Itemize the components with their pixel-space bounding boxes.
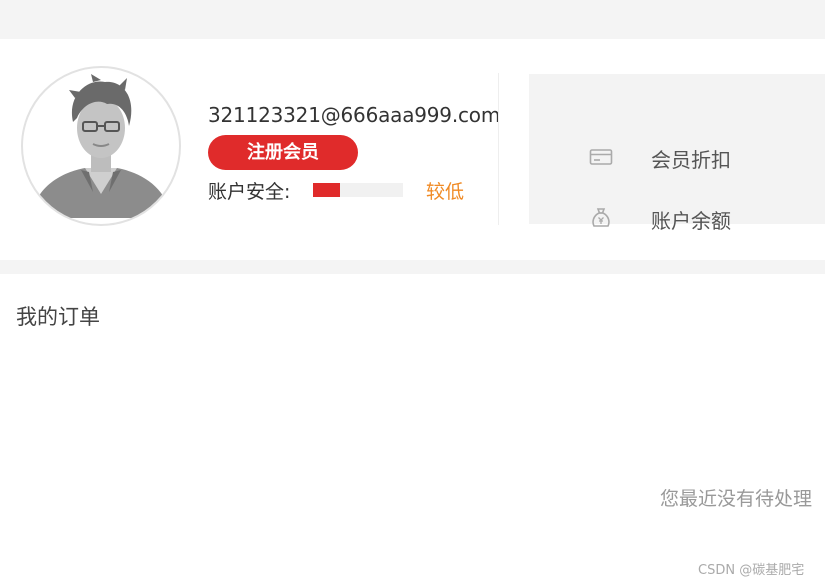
section-gap xyxy=(0,260,825,274)
my-orders-title: 我的订单 xyxy=(16,305,100,329)
security-level-text[interactable]: 较低 xyxy=(426,177,464,204)
card-icon xyxy=(589,149,613,165)
member-discount-item[interactable]: 会员折扣 xyxy=(529,137,825,177)
user-avatar[interactable] xyxy=(21,66,181,226)
csdn-watermark: CSDN @碳基肥宅 xyxy=(698,563,805,578)
member-level-badge[interactable]: 注册会员 xyxy=(208,135,358,170)
profile-panel: 321123321@666aaa999.com 注册会员 账户安全: 较低 会员… xyxy=(0,39,825,260)
account-security-label: 账户安全: xyxy=(208,181,291,203)
orders-panel: 我的订单 您最近没有待处理 CSDN @碳基肥宅 xyxy=(0,274,825,585)
top-strip xyxy=(0,0,825,39)
avatar-icon xyxy=(31,74,171,218)
member-discount-label: 会员折扣 xyxy=(651,148,731,172)
account-balance-item[interactable]: 账户余额 xyxy=(529,198,825,238)
account-balance-label: 账户余额 xyxy=(651,209,731,233)
user-email: 321123321@666aaa999.com xyxy=(208,103,501,127)
no-pending-orders-message: 您最近没有待处理 xyxy=(660,488,813,510)
security-strength-bar xyxy=(313,183,403,197)
money-bag-icon xyxy=(592,208,610,227)
security-strength-fill xyxy=(313,183,340,197)
vertical-divider xyxy=(498,73,499,225)
account-info-box: 会员折扣 账户余额 xyxy=(529,74,825,233)
